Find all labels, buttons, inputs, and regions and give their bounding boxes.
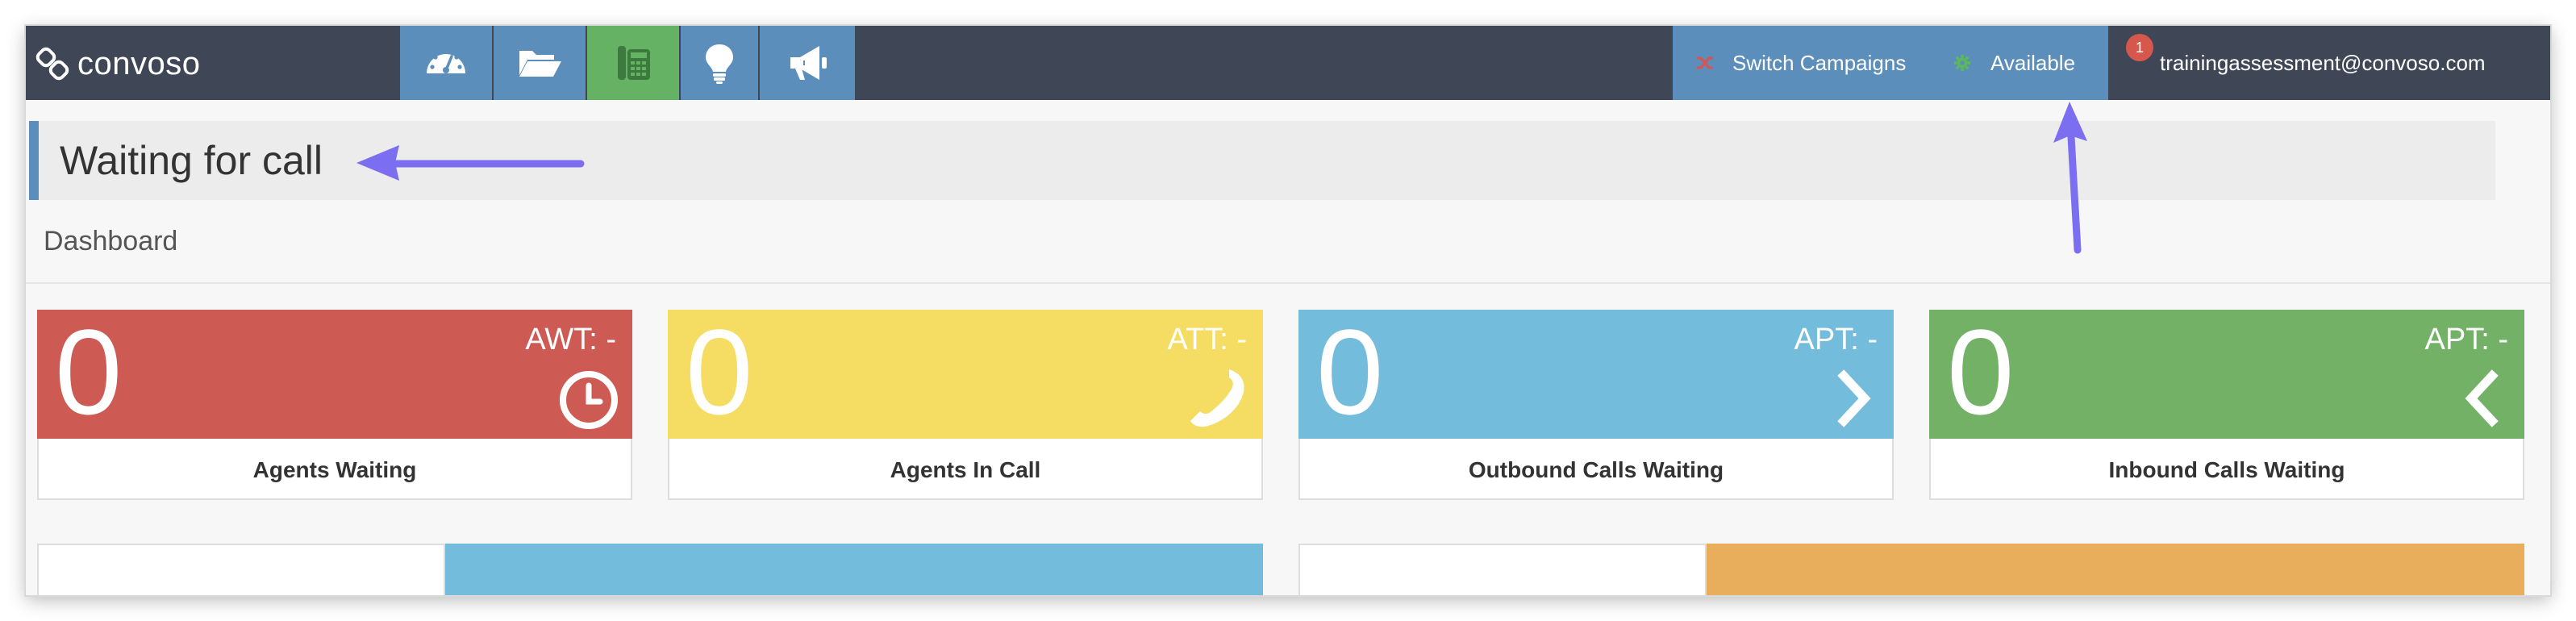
stat-metric: APT: -	[1794, 323, 1878, 356]
notification-badge[interactable]: 1	[2126, 34, 2153, 61]
chevron-right-icon	[1837, 369, 1871, 427]
dashboard-gauge-icon	[427, 49, 465, 73]
stat-card-agents-waiting[interactable]: 0 AWT: - Agents Waiting	[37, 310, 632, 500]
stat-metric: ATT: -	[1167, 323, 1247, 356]
stat-value: 0	[686, 304, 753, 440]
stat-value: 0	[1316, 304, 1384, 440]
nav-item-ideas[interactable]	[681, 26, 760, 100]
gear-icon	[1953, 54, 1971, 72]
folder-open-icon	[519, 51, 561, 77]
chevron-left-icon	[2465, 369, 2499, 427]
stat-card-inbound-calls-waiting[interactable]: 0 APT: - Inbound Calls Waiting	[1929, 310, 2524, 500]
agent-status-zone: Switch Campaigns Available	[1673, 26, 2108, 100]
app-window: convoso Switch Campaigns Available 1 tra…	[26, 26, 2550, 595]
panel-right-white	[1298, 544, 1707, 595]
stat-card-header: 0 ATT: -	[668, 310, 1263, 439]
stat-card-outbound-calls-waiting[interactable]: 0 APT: - Outbound Calls Waiting	[1298, 310, 1894, 500]
stat-value: 0	[55, 304, 123, 440]
lightbulb-icon	[706, 44, 733, 84]
switch-campaigns-label: Switch Campaigns	[1732, 50, 1907, 75]
nav-item-dialer[interactable]	[587, 26, 681, 100]
logo-text: convoso	[77, 45, 201, 81]
nav-item-announcements[interactable]	[760, 26, 857, 100]
main-nav	[400, 26, 857, 100]
shuffle-icon	[1697, 56, 1713, 69]
stat-card-header: 0 AWT: -	[37, 310, 632, 439]
agent-status-header: Waiting for call	[29, 121, 2495, 200]
panel-right-orange	[1707, 544, 2524, 595]
phone-dialpad-icon	[618, 46, 650, 80]
top-bar: convoso Switch Campaigns Available 1 tra…	[26, 26, 2550, 100]
megaphone-icon	[790, 46, 827, 80]
stat-card-header: 0 APT: -	[1298, 310, 1894, 439]
panel-left-blue	[445, 544, 1263, 595]
availability-label: Available	[1990, 50, 2076, 75]
stat-label: Agents In Call	[890, 457, 1041, 482]
page-title: Dashboard	[44, 226, 178, 256]
clock-icon	[560, 371, 618, 429]
stat-label: Inbound Calls Waiting	[2108, 457, 2345, 482]
stat-label: Agents Waiting	[252, 457, 417, 482]
nav-item-files[interactable]	[494, 26, 587, 100]
stat-label: Outbound Calls Waiting	[1468, 457, 1724, 482]
stat-metric: APT: -	[2424, 323, 2508, 356]
logo[interactable]: convoso	[34, 45, 200, 82]
call-status-text: Waiting for call	[60, 138, 323, 183]
stat-metric: AWT: -	[525, 323, 616, 356]
convoso-logo-icon	[35, 47, 69, 81]
user-email[interactable]: trainingassessment@convoso.com	[2160, 26, 2486, 100]
stat-card-header: 0 APT: -	[1929, 310, 2524, 439]
section-divider	[26, 282, 2550, 284]
stat-value: 0	[1947, 304, 2015, 440]
user-menu[interactable]: 1 trainingassessment@convoso.com	[2108, 26, 2550, 100]
phone-icon	[1190, 369, 1244, 427]
panel-left-white	[37, 544, 445, 595]
stat-card-agents-in-call[interactable]: 0 ATT: - Agents In Call	[668, 310, 1263, 500]
nav-item-dashboard[interactable]	[400, 26, 494, 100]
switch-campaigns-button[interactable]: Switch Campaigns	[1695, 26, 1906, 100]
availability-status-button[interactable]: Available	[1953, 26, 2075, 100]
